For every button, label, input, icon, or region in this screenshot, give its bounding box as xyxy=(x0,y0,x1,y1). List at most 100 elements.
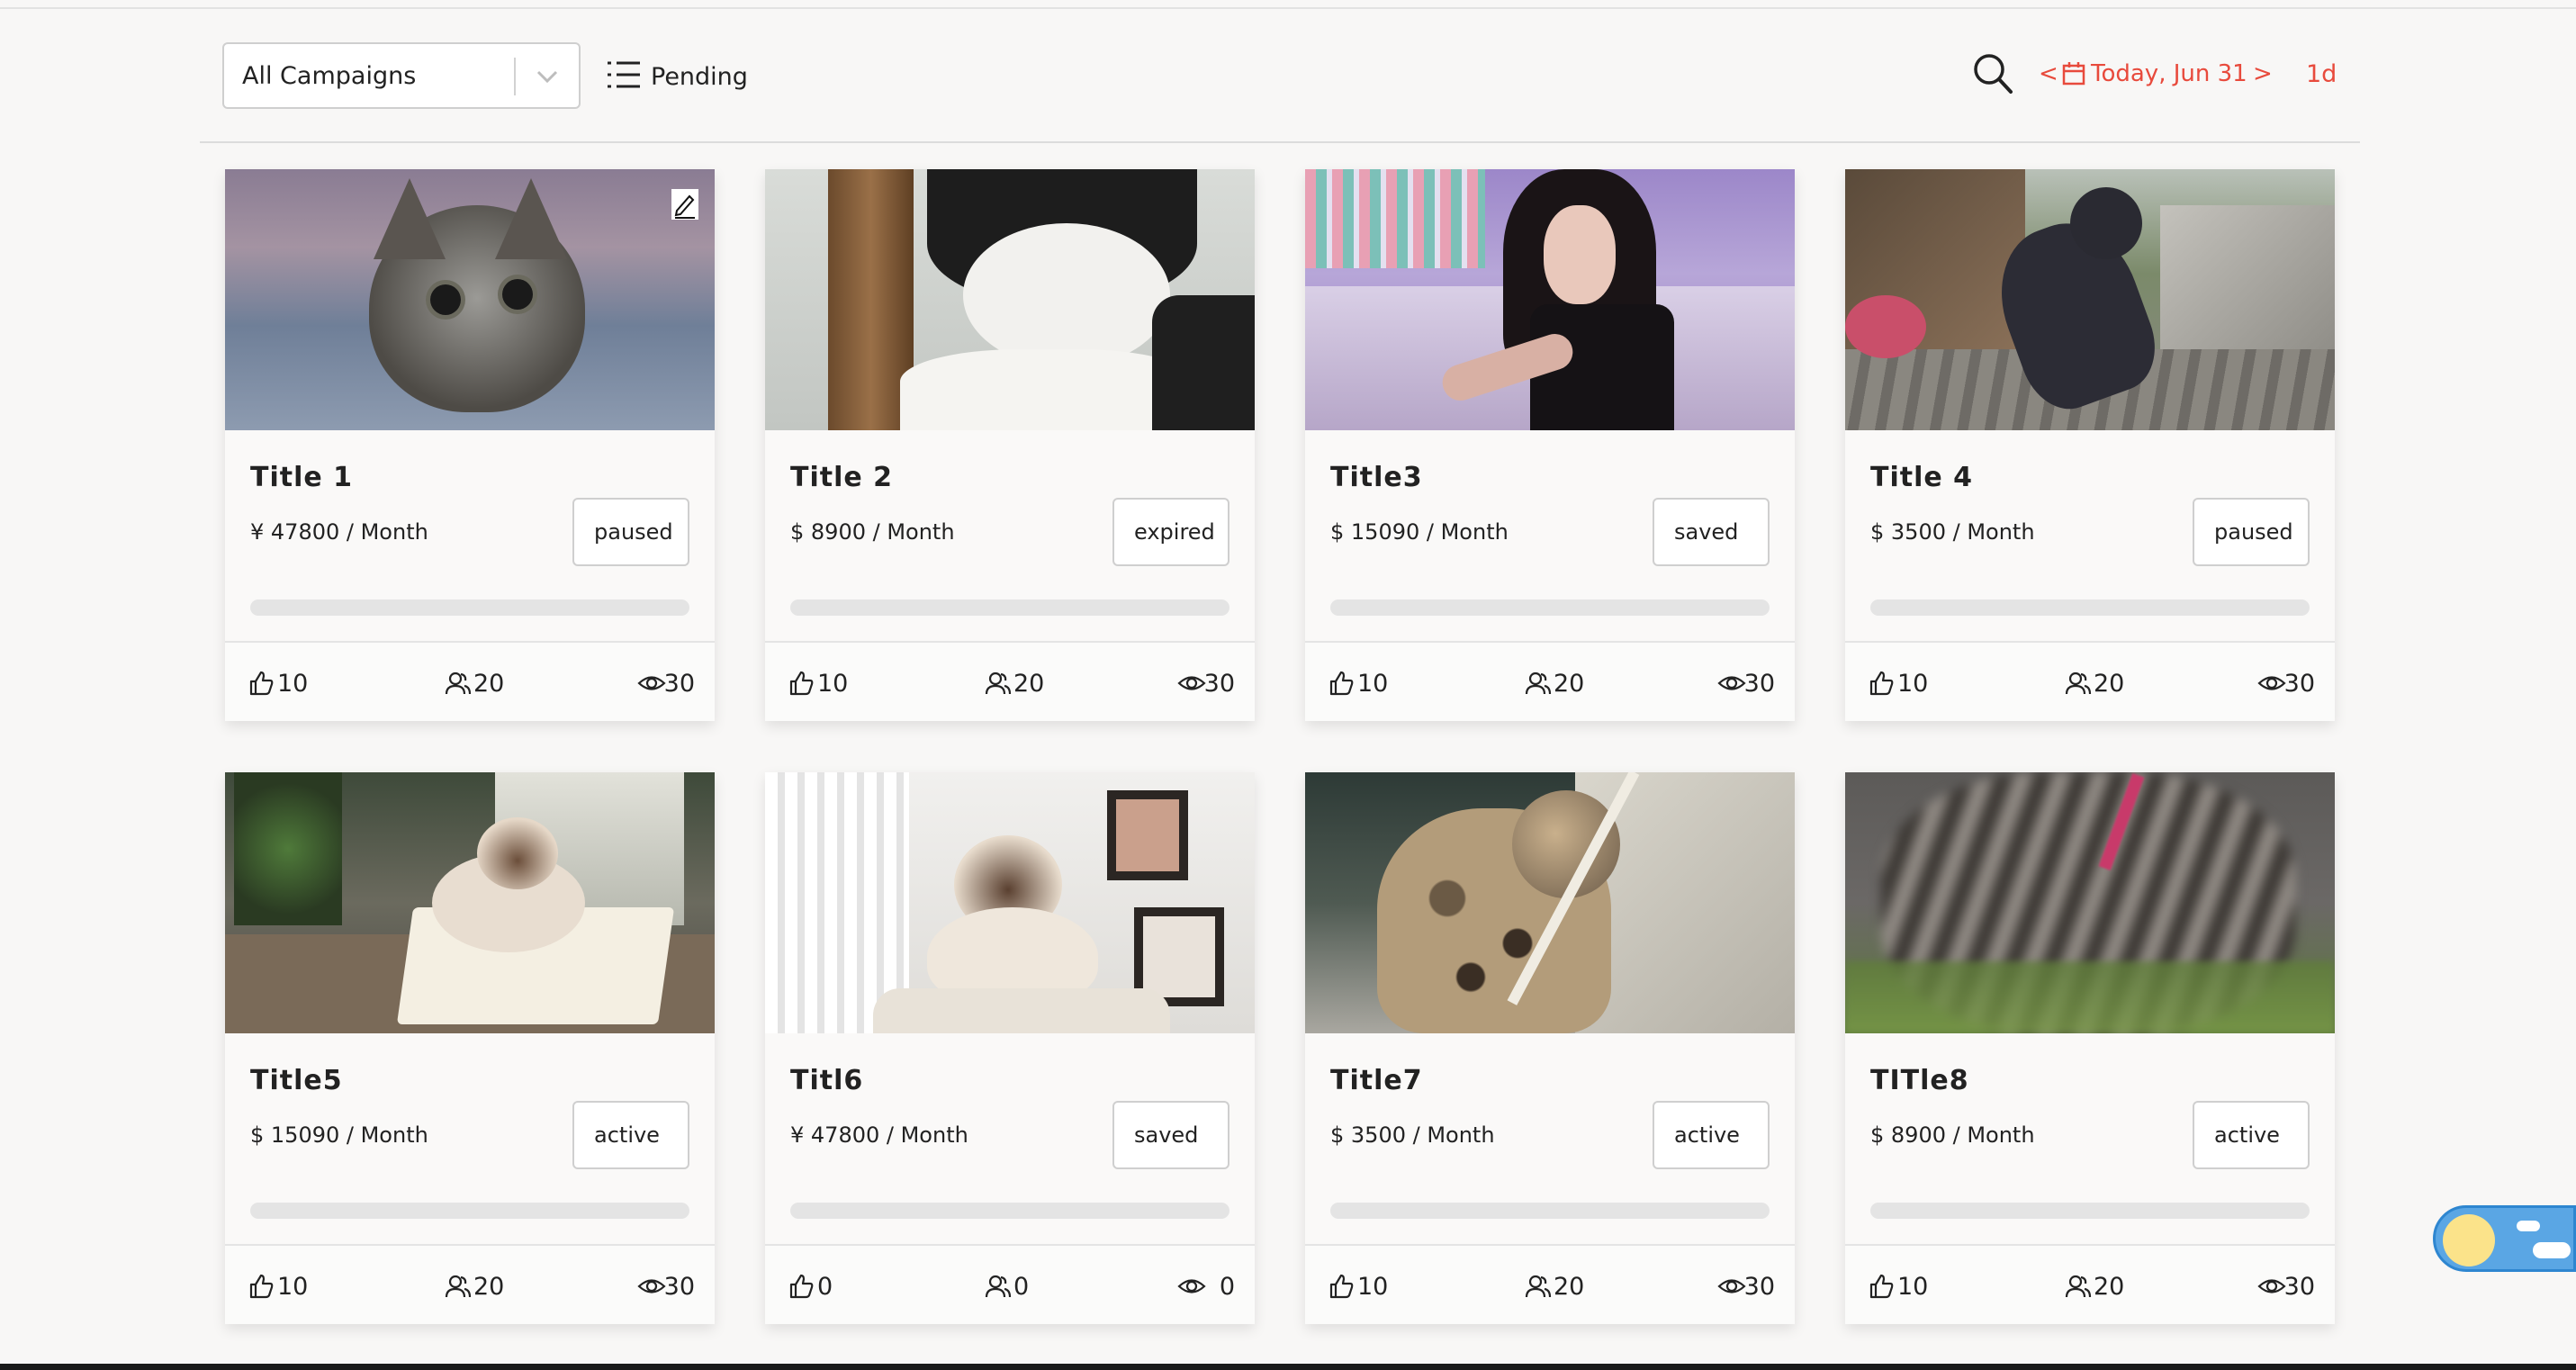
eye-icon xyxy=(2257,1279,2286,1293)
campaign-select-value: All Campaigns xyxy=(242,62,417,90)
views-count: 0 xyxy=(1219,1273,1235,1301)
status-badge[interactable]: saved xyxy=(1112,1101,1229,1169)
card-footer: 10 20 30 xyxy=(1845,641,2335,721)
status-badge[interactable]: expired xyxy=(1112,498,1229,566)
users-count: 20 xyxy=(1554,670,1585,698)
views-count: 30 xyxy=(2283,1273,2315,1301)
campaign-card[interactable]: Title3 $ 15090 / Month saved 10 20 30 xyxy=(1305,169,1795,721)
theme-toggle[interactable] xyxy=(2433,1205,2576,1272)
likes-count: 10 xyxy=(277,670,309,698)
range-selector[interactable]: 1d xyxy=(2306,60,2337,88)
views-stat[interactable]: 30 xyxy=(1177,668,1235,699)
card-image[interactable] xyxy=(225,169,715,430)
views-stat[interactable]: 30 xyxy=(1717,1271,1775,1302)
toolbar: All Campaigns Pending < Today, Jun 31 > xyxy=(222,42,2359,109)
thumbs-up-icon xyxy=(249,1274,274,1299)
campaign-card[interactable]: Title 2 $ 8900 / Month expired 10 20 30 xyxy=(765,169,1255,721)
views-stat[interactable]: 0 xyxy=(1177,1271,1235,1302)
card-image[interactable] xyxy=(765,169,1255,430)
views-stat[interactable]: 30 xyxy=(2257,668,2315,699)
status-badge[interactable]: active xyxy=(1653,1101,1770,1169)
campaign-card[interactable]: Title7 $ 3500 / Month active 10 20 30 xyxy=(1305,772,1795,1324)
card-image[interactable] xyxy=(1305,772,1795,1033)
search-icon[interactable] xyxy=(1971,51,2014,96)
cloud-icon xyxy=(2533,1242,2571,1258)
views-stat[interactable]: 30 xyxy=(637,668,695,699)
progress-bar xyxy=(1870,599,2310,616)
users-count: 20 xyxy=(1013,670,1045,698)
date-prev-button[interactable]: < xyxy=(2039,60,2058,87)
status-label: paused xyxy=(2214,519,2293,545)
card-image[interactable] xyxy=(1845,772,2335,1033)
card-image[interactable] xyxy=(1305,169,1795,430)
status-badge[interactable]: active xyxy=(2193,1101,2310,1169)
users-icon xyxy=(2065,1275,2092,1298)
card-image[interactable] xyxy=(225,772,715,1033)
status-badge[interactable]: paused xyxy=(2193,498,2310,566)
calendar-icon[interactable] xyxy=(2062,61,2085,86)
card-price: $ 3500 / Month xyxy=(1330,1122,1495,1148)
users-icon xyxy=(1525,671,1552,695)
card-title: Title 4 xyxy=(1870,462,1974,493)
views-count: 30 xyxy=(663,670,695,698)
card-image[interactable] xyxy=(765,772,1255,1033)
bottom-edge xyxy=(0,1364,2576,1370)
toolbar-divider xyxy=(200,141,2360,143)
card-price: $ 8900 / Month xyxy=(790,519,955,545)
card-footer: 10 20 30 xyxy=(1305,1244,1795,1324)
status-badge[interactable]: saved xyxy=(1653,498,1770,566)
thumbs-up-icon xyxy=(1869,1274,1894,1299)
campaign-card[interactable]: Title5 $ 15090 / Month active 10 20 30 xyxy=(225,772,715,1324)
views-count: 30 xyxy=(1743,670,1775,698)
campaign-card[interactable]: Title 4 $ 3500 / Month paused 10 20 30 xyxy=(1845,169,2335,721)
eye-icon xyxy=(637,1279,666,1293)
thumbs-up-icon xyxy=(789,671,814,696)
likes-count: 10 xyxy=(1897,1273,1929,1301)
campaign-select[interactable]: All Campaigns xyxy=(222,42,581,109)
date-next-button[interactable]: > xyxy=(2253,60,2273,87)
status-label: saved xyxy=(1134,1122,1199,1148)
card-footer: 10 20 30 xyxy=(225,1244,715,1324)
likes-count: 10 xyxy=(1897,670,1929,698)
card-image[interactable] xyxy=(1845,169,2335,430)
card-price: $ 3500 / Month xyxy=(1870,519,2035,545)
status-badge[interactable]: paused xyxy=(572,498,689,566)
users-count: 0 xyxy=(1013,1273,1030,1301)
likes-count: 10 xyxy=(1357,1273,1389,1301)
pencil-icon[interactable] xyxy=(671,189,698,220)
eye-icon xyxy=(1177,1279,1206,1293)
campaign-card[interactable]: Title 1 ¥ 47800 / Month paused 10 20 30 xyxy=(225,169,715,721)
campaign-card[interactable]: Titl6 ¥ 47800 / Month saved 0 0 0 xyxy=(765,772,1255,1324)
card-title: Title3 xyxy=(1330,462,1423,493)
progress-bar xyxy=(250,599,689,616)
thumbs-up-icon xyxy=(1329,1274,1354,1299)
users-icon xyxy=(445,1275,472,1298)
card-price: $ 15090 / Month xyxy=(1330,519,1509,545)
status-label: saved xyxy=(1674,519,1739,545)
views-stat[interactable]: 30 xyxy=(2257,1271,2315,1302)
status-badge[interactable]: active xyxy=(572,1101,689,1169)
card-price: ¥ 47800 / Month xyxy=(250,519,428,545)
card-title: Title 2 xyxy=(790,462,894,493)
select-separator xyxy=(514,58,516,95)
card-title: Title7 xyxy=(1330,1065,1423,1096)
eye-icon xyxy=(1717,1279,1746,1293)
users-count: 20 xyxy=(2094,670,2125,698)
views-stat[interactable]: 30 xyxy=(1717,668,1775,699)
status-label: active xyxy=(1674,1122,1740,1148)
chevron-down-icon[interactable] xyxy=(534,66,561,87)
date-label[interactable]: Today, Jun 31 xyxy=(2091,60,2247,87)
card-footer: 10 20 30 xyxy=(1305,641,1795,721)
status-label: active xyxy=(594,1122,660,1148)
card-footer: 0 0 0 xyxy=(765,1244,1255,1324)
status-label: paused xyxy=(594,519,673,545)
progress-bar xyxy=(250,1203,689,1219)
views-stat[interactable]: 30 xyxy=(637,1271,695,1302)
card-price: $ 8900 / Month xyxy=(1870,1122,2035,1148)
users-icon xyxy=(2065,671,2092,695)
campaign-card[interactable]: TITle8 $ 8900 / Month active 10 20 30 xyxy=(1845,772,2335,1324)
list-icon xyxy=(608,61,640,88)
thumbs-up-icon xyxy=(1329,671,1354,696)
users-icon xyxy=(985,1275,1012,1298)
card-title: Title 1 xyxy=(250,462,354,493)
